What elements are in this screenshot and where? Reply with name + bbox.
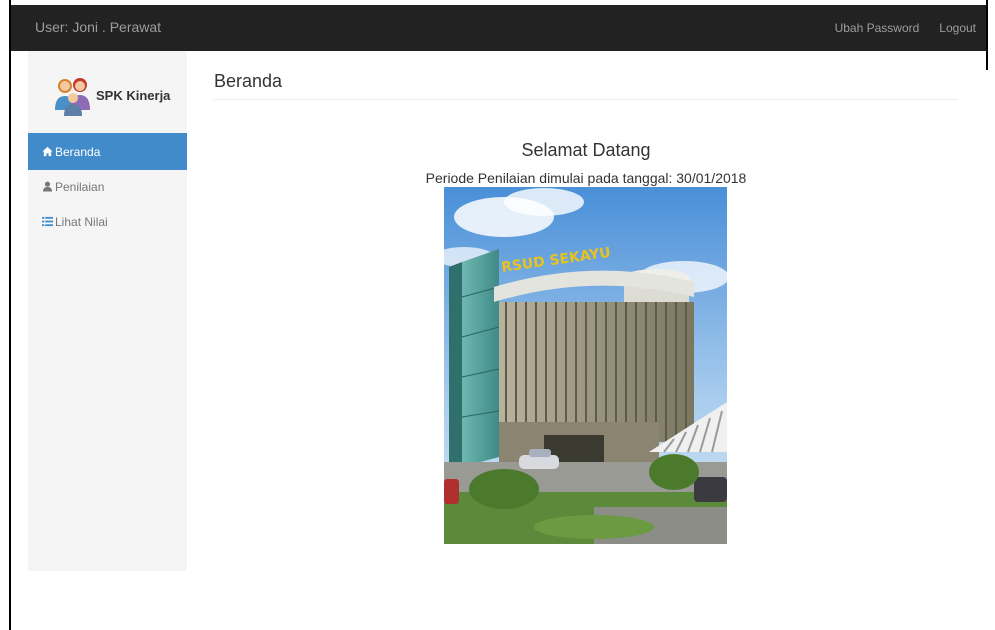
user-label: User: Joni . Perawat [35,19,162,35]
list-icon [42,216,53,227]
sidebar-item-label: Beranda [55,144,101,159]
users-logo-icon [55,78,90,116]
home-icon [42,146,53,157]
window-border-right [986,0,988,70]
brand-title: SPK Kinerja [96,88,171,103]
periode-text: Periode Penilaian dimulai pada tanggal: … [425,170,747,186]
sidebar-item-label: Lihat Nilai [55,214,108,229]
page-divider [214,99,958,100]
sidebar-item-beranda[interactable]: Beranda [28,133,187,170]
top-navbar: User: Joni . Perawat Ubah Password Logou… [11,5,986,51]
hospital-building-image: RSUD SEKAYU [444,187,727,544]
user-icon [42,181,53,192]
sidebar-item-penilaian[interactable]: Penilaian [28,168,187,205]
page-title: Beranda [214,71,283,91]
change-password-link[interactable]: Ubah Password [835,21,920,35]
navbar-right: Ubah Password Logout [835,5,986,51]
welcome-heading: Selamat Datang [521,140,651,160]
sidebar-item-lihat-nilai[interactable]: Lihat Nilai [28,203,187,240]
logout-link[interactable]: Logout [939,21,976,35]
sidebar-brand[interactable]: SPK Kinerja [28,51,187,131]
sidebar-item-label: Penilaian [55,179,105,194]
window-border-left [9,0,11,630]
sidebar: SPK Kinerja Beranda Penilaian Lihat Nila… [28,51,187,571]
